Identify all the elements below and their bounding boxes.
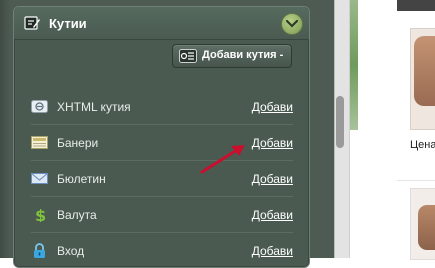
preview-background-image [350, 0, 358, 130]
product-photo [418, 205, 435, 250]
item-name: Валута [57, 208, 97, 222]
banner-icon [31, 135, 48, 150]
edit-box-icon [24, 15, 40, 31]
add-link[interactable]: Добави [252, 136, 293, 150]
admin-panel: Кутии Добави кутия - XHTML кутия Добави … [0, 0, 334, 268]
widget-list: XHTML кутия Добави Банери Добави Бюлетин… [31, 89, 293, 268]
collapse-button[interactable] [281, 13, 303, 35]
list-item: Вход Добави [31, 233, 293, 268]
item-name: XHTML кутия [57, 100, 131, 114]
svg-text:$: $ [35, 207, 46, 222]
list-item: XHTML кутия Добави [31, 89, 293, 125]
item-name: Бюлетин [57, 172, 106, 186]
widgets-box-header[interactable]: Кутии [14, 7, 309, 40]
annotation-arrow-icon [200, 145, 245, 174]
preview-top-bar [397, 0, 435, 11]
panel-scrollbar-thumb[interactable] [336, 96, 344, 148]
add-link[interactable]: Добави [252, 208, 293, 222]
add-widget-label: Добави кутия - [202, 49, 284, 61]
widgets-box: Кутии Добави кутия - XHTML кутия Добави … [13, 6, 310, 268]
dollar-icon: $ [31, 206, 48, 225]
product-photo [414, 36, 435, 106]
chevron-down-icon [286, 19, 298, 28]
xhtml-icon [31, 99, 48, 114]
item-name: Вход [57, 244, 85, 258]
add-link[interactable]: Добави [252, 172, 293, 186]
list-item: Бюлетин Добави [31, 161, 293, 197]
item-name: Банери [57, 136, 99, 150]
widgets-box-title: Кутии [49, 16, 87, 31]
add-link[interactable]: Добави [252, 244, 293, 258]
price-label: Цена [410, 139, 435, 151]
divider [397, 180, 435, 181]
lock-icon [31, 243, 48, 258]
list-item: $ Валута Добави [31, 197, 293, 233]
mail-icon [31, 171, 48, 186]
add-widget-button[interactable]: Добави кутия - [172, 44, 292, 68]
panel-edge-shade [0, 0, 10, 258]
widget-list-icon [179, 49, 197, 68]
list-item: Банери Добави [31, 125, 293, 161]
add-link[interactable]: Добави [252, 100, 293, 114]
